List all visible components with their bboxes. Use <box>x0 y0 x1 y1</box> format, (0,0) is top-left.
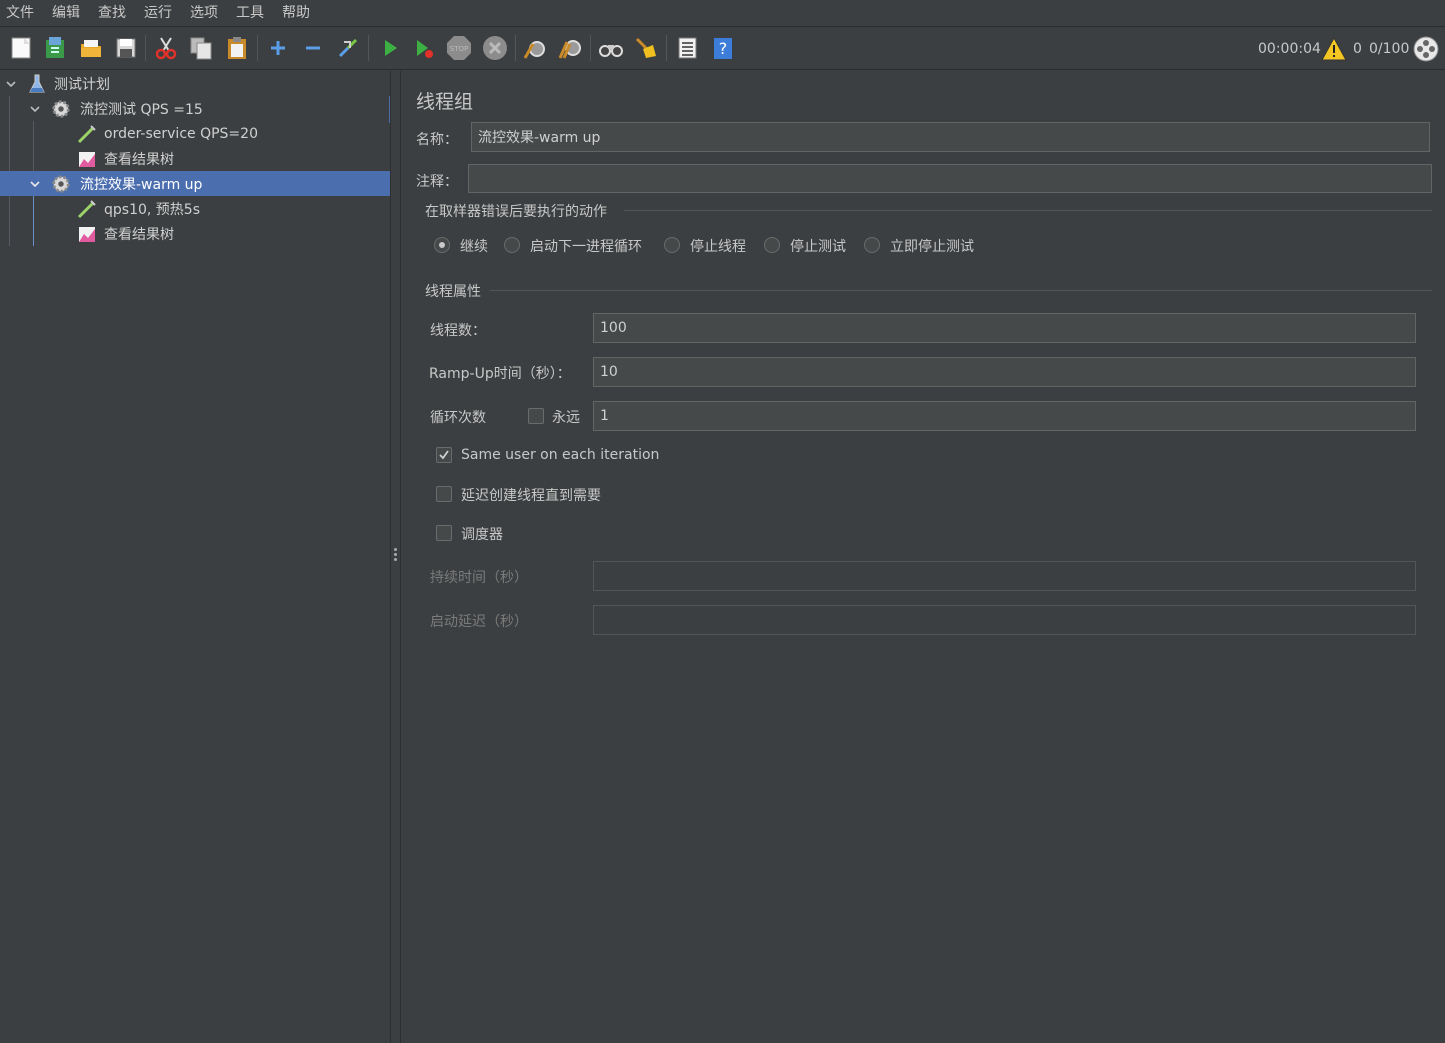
forever-label[interactable]: 永远 <box>552 407 580 427</box>
tree-item-sampler[interactable]: qps10, 预热5s <box>0 196 390 221</box>
loop-count-label: 循环次数 <box>430 410 486 426</box>
start-no-pause-icon[interactable] <box>411 35 437 61</box>
tree-item-label: 流控测试 QPS =15 <box>80 101 203 118</box>
toggle-icon[interactable] <box>335 35 361 61</box>
test-plan-icon <box>27 74 47 94</box>
thread-group-panel: 线程组 名称： 注释： 在取样器错误后要执行的动作 继续 启动下一进程循环 停止… <box>402 71 1445 1043</box>
function-helper-icon[interactable] <box>674 35 700 61</box>
clear-icon[interactable] <box>522 35 548 61</box>
name-label: 名称： <box>416 132 458 148</box>
tree-item-label: 查看结果树 <box>104 151 174 168</box>
tree-item-thread-group[interactable]: 流控测试 QPS =15 <box>0 96 390 121</box>
duration-field[interactable] <box>593 561 1416 591</box>
menu-search[interactable]: 查找 <box>92 1 134 25</box>
rampup-field[interactable] <box>593 357 1416 387</box>
search-icon[interactable] <box>598 35 624 61</box>
menu-run[interactable]: 运行 <box>138 1 180 25</box>
chevron-down-icon[interactable] <box>4 77 18 91</box>
active-threads: 0/100 <box>1369 41 1410 57</box>
threads-label: 线程数： <box>430 323 486 339</box>
radio-continue[interactable] <box>434 237 450 253</box>
tree-item-label: order-service QPS=20 <box>104 125 258 142</box>
delay-thread-creation-label[interactable]: 延迟创建线程直到需要 <box>461 485 601 505</box>
new-icon[interactable] <box>8 35 34 61</box>
scheduler-checkbox[interactable] <box>436 525 452 541</box>
sampler-icon <box>77 199 97 219</box>
forever-checkbox[interactable] <box>528 408 544 424</box>
menu-options[interactable]: 选项 <box>184 1 226 25</box>
tree-item-listener[interactable]: 查看结果树 <box>0 146 390 171</box>
thread-group-icon <box>51 174 71 194</box>
menu-help[interactable]: 帮助 <box>276 1 318 25</box>
comment-field[interactable] <box>468 164 1432 193</box>
menu-bar: 文件 编辑 查找 运行 选项 工具 帮助 <box>0 0 1445 26</box>
shutdown-icon[interactable] <box>482 35 508 61</box>
toolbar: STOP ? 00:00:04 0 0/100 <box>0 26 1445 70</box>
test-plan-tree: 测试计划 流控测试 QPS =15 order-service QPS=20 查… <box>0 71 391 1043</box>
expand-icon[interactable] <box>265 35 291 61</box>
comment-label: 注释： <box>416 174 458 190</box>
startup-delay-label: 启动延迟（秒） <box>430 614 528 630</box>
stop-icon[interactable]: STOP <box>446 35 472 61</box>
sampler-icon <box>77 124 97 144</box>
radio-stop-test-now-label[interactable]: 立即停止测试 <box>890 236 974 256</box>
radio-stop-test-label[interactable]: 停止测试 <box>790 236 846 256</box>
tree-item-label: 流控效果-warm up <box>80 176 203 193</box>
remote-status-icon <box>1413 36 1439 62</box>
warning-count: 0 <box>1353 41 1362 57</box>
radio-continue-label[interactable]: 继续 <box>460 236 488 256</box>
cut-icon[interactable] <box>153 35 179 61</box>
error-action-group-title: 在取样器错误后要执行的动作 <box>425 204 607 220</box>
chevron-down-icon[interactable] <box>28 102 42 116</box>
templates-icon[interactable] <box>42 35 68 61</box>
same-user-label[interactable]: Same user on each iteration <box>461 447 659 463</box>
listener-icon <box>77 224 97 244</box>
start-icon[interactable] <box>377 35 403 61</box>
splitter-handle-icon[interactable] <box>394 548 397 561</box>
loop-count-field[interactable] <box>593 401 1416 431</box>
menu-file[interactable]: 文件 <box>0 1 42 25</box>
radio-stop-thread-label[interactable]: 停止线程 <box>690 236 746 256</box>
warning-icon[interactable] <box>1321 36 1347 62</box>
rampup-label: Ramp-Up时间（秒）： <box>429 366 571 382</box>
radio-stop-thread[interactable] <box>664 237 680 253</box>
tree-item-listener[interactable]: 查看结果树 <box>0 221 390 246</box>
radio-stop-test-now[interactable] <box>864 237 880 253</box>
page-title: 线程组 <box>416 91 474 113</box>
menu-edit[interactable]: 编辑 <box>46 1 88 25</box>
elapsed-time: 00:00:04 <box>1258 41 1321 57</box>
collapse-icon[interactable] <box>300 35 326 61</box>
thread-group-icon <box>51 99 71 119</box>
radio-start-next-loop-label[interactable]: 启动下一进程循环 <box>530 236 642 256</box>
paste-icon[interactable] <box>224 35 250 61</box>
threads-field[interactable] <box>593 313 1416 343</box>
save-icon[interactable] <box>113 35 139 61</box>
radio-start-next-loop[interactable] <box>504 237 520 253</box>
delay-thread-creation-checkbox[interactable] <box>436 486 452 502</box>
svg-text:?: ? <box>719 39 728 58</box>
chevron-down-icon[interactable] <box>28 177 42 191</box>
same-user-checkbox[interactable] <box>436 447 452 463</box>
thread-properties-group-title: 线程属性 <box>425 284 481 300</box>
listener-icon <box>77 149 97 169</box>
clear-all-icon[interactable] <box>557 35 583 61</box>
scheduler-label[interactable]: 调度器 <box>461 524 503 544</box>
svg-text:STOP: STOP <box>450 45 468 53</box>
tree-item-label: 查看结果树 <box>104 226 174 243</box>
tree-item-sampler[interactable]: order-service QPS=20 <box>0 121 390 146</box>
checkmark-icon <box>439 450 449 460</box>
open-icon[interactable] <box>78 35 104 61</box>
menu-tools[interactable]: 工具 <box>230 1 272 25</box>
reset-search-icon[interactable] <box>633 35 659 61</box>
startup-delay-field[interactable] <box>593 605 1416 635</box>
copy-icon[interactable] <box>188 35 214 61</box>
tree-item-thread-group-selected[interactable]: 流控效果-warm up <box>0 171 390 196</box>
name-field[interactable] <box>471 122 1430 152</box>
tree-item-label: qps10, 预热5s <box>104 201 200 218</box>
duration-label: 持续时间（秒） <box>430 570 528 586</box>
radio-stop-test[interactable] <box>764 237 780 253</box>
tree-item-label: 测试计划 <box>54 76 110 93</box>
tree-item-test-plan[interactable]: 测试计划 <box>0 71 390 96</box>
help-icon[interactable]: ? <box>710 35 736 61</box>
